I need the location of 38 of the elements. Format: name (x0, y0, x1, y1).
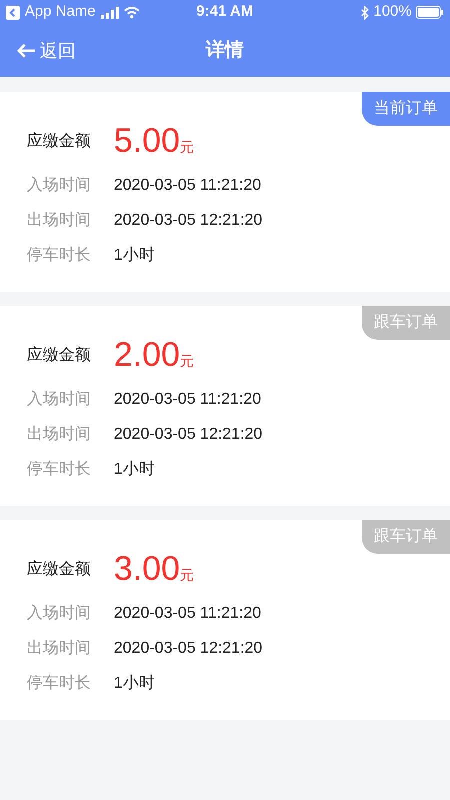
field-label: 入场时间 (27, 176, 92, 196)
battery-percent: 100% (374, 2, 412, 22)
field-value: 1小时 (114, 246, 155, 266)
field-value: 1小时 (114, 674, 155, 694)
order-badge: 跟车订单 (362, 306, 450, 340)
field-label: 停车时长 (27, 674, 92, 694)
field-label: 停车时长 (27, 460, 92, 480)
back-app-icon[interactable] (6, 6, 20, 20)
amount-value: 3.00元 (114, 552, 194, 586)
field-label: 入场时间 (27, 390, 92, 410)
bluetooth-icon (360, 6, 370, 20)
field-value: 2020-03-05 12:21:20 (114, 210, 263, 230)
page-title: 详情 (206, 38, 244, 63)
amount-label: 应缴金额 (27, 132, 92, 152)
field-label: 停车时长 (27, 246, 92, 266)
order-badge: 跟车订单 (362, 520, 450, 554)
field-value: 2020-03-05 11:21:20 (114, 604, 262, 624)
field-value: 2020-03-05 12:21:20 (114, 638, 263, 658)
wifi-icon (124, 6, 140, 18)
app-name: App Name (25, 2, 96, 22)
amount-label: 应缴金额 (27, 346, 92, 366)
field-label: 出场时间 (27, 424, 92, 444)
back-arrow-icon (16, 43, 36, 59)
field-label: 出场时间 (27, 638, 92, 658)
field-value: 2020-03-05 12:21:20 (114, 424, 263, 444)
field-value: 2020-03-05 11:21:20 (114, 390, 262, 410)
amount-value: 2.00元 (114, 338, 194, 372)
amount-value: 5.00元 (114, 124, 194, 158)
battery-icon (416, 6, 444, 19)
signal-icon (100, 6, 119, 18)
field-label: 入场时间 (27, 604, 92, 624)
order-badge: 当前订单 (362, 92, 450, 126)
back-button[interactable]: 返回 (16, 38, 76, 64)
field-value: 2020-03-05 11:21:20 (114, 176, 262, 196)
field-value: 1小时 (114, 460, 155, 480)
field-label: 出场时间 (27, 210, 92, 230)
clock-time: 9:41 AM (196, 2, 254, 22)
amount-label: 应缴金额 (27, 560, 92, 580)
